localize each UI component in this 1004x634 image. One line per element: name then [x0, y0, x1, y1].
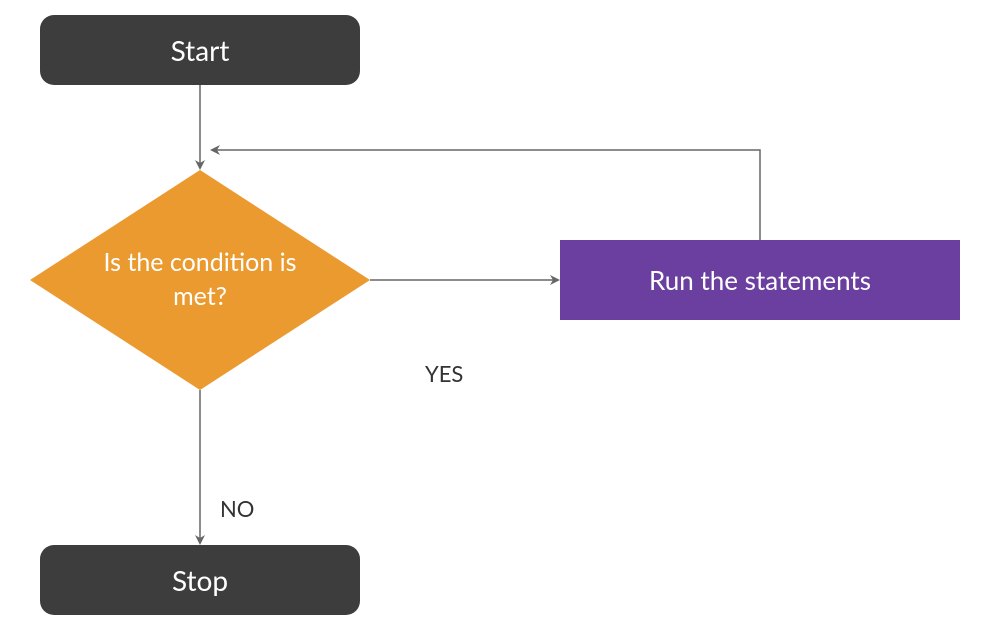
- stop-node: Stop: [40, 545, 360, 615]
- start-node: Start: [40, 15, 360, 85]
- edge-label-yes: YES: [425, 360, 463, 387]
- start-label: Start: [171, 33, 230, 67]
- edge-label-no: NO: [220, 495, 254, 522]
- decision-label: Is the condition is met?: [30, 170, 370, 390]
- process-label: Run the statements: [649, 264, 871, 296]
- stop-label: Stop: [172, 563, 228, 597]
- decision-node: Is the condition is met?: [30, 170, 370, 390]
- process-node: Run the statements: [560, 240, 960, 320]
